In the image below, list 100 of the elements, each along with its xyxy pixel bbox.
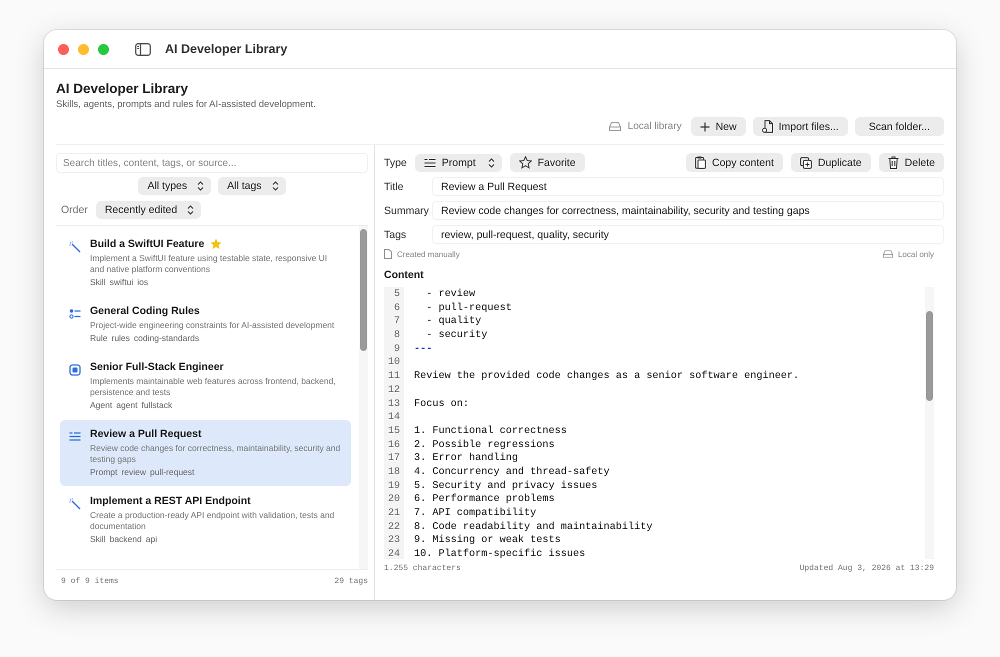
item-tag: Skill: [90, 534, 106, 544]
trash-icon: [888, 156, 899, 169]
code-line: 7. API compatibility: [414, 508, 536, 519]
updown-chevron-icon: [187, 205, 194, 215]
item-tag: ios: [137, 277, 148, 287]
line-number: 15: [388, 426, 400, 437]
item-tag: swiftui: [110, 277, 134, 287]
code-line: 4. Concurrency and thread-safety: [414, 466, 610, 478]
filter-dropdown[interactable]: All tags: [218, 177, 286, 195]
line-number: 22: [388, 522, 400, 533]
order-label: Order: [61, 204, 88, 216]
line-number: 20: [388, 494, 400, 506]
item-tag: backend: [110, 534, 142, 544]
item-tag: rules: [111, 333, 130, 343]
minimize-button[interactable]: [78, 44, 89, 54]
code-line: 9. Missing or weak tests: [414, 535, 561, 546]
drive-icon: [882, 250, 893, 258]
item-tag: Prompt: [90, 467, 118, 477]
code-line: Review the provided code changes as a senior software engineer.: [414, 371, 800, 382]
text-field[interactable]: Review a Pull Request: [432, 177, 944, 196]
action-button[interactable]: Delete: [878, 153, 944, 172]
item-tag: pull-request: [150, 467, 194, 477]
text-field[interactable]: Review code changes for correctness, maintainability, security and testing gaps: [432, 201, 944, 220]
line-number: 5: [394, 289, 400, 300]
field-label: Title: [384, 180, 404, 192]
library-item[interactable]: Implement a REST API Endpoint Create a production-ready API endpoint with validation, tests and documentation Skill backend api: [60, 487, 351, 553]
item-description: Review code changes for correctness, maintainability, security and testing gaps: [90, 443, 342, 465]
library-item[interactable]: Review a Pull Request Review code changes for correctness, maintainability, security and testing gaps Prompt review pull-request: [60, 420, 351, 486]
toolbar-button[interactable]: Import files...: [752, 117, 848, 136]
code-line: 3. Error handling: [414, 453, 518, 464]
code-line: - review: [425, 289, 476, 300]
code-line: - security: [425, 330, 488, 342]
item-description: Project-wide engineering constraints for AI-assisted development: [90, 320, 336, 331]
character-count: 1.255 characters: [384, 564, 461, 573]
line-number: 6: [394, 302, 400, 314]
updown-chevron-icon: [197, 181, 204, 191]
action-button[interactable]: Duplicate: [790, 153, 871, 172]
chip-icon: [69, 364, 81, 376]
item-tag: Rule: [90, 333, 108, 343]
scrollbar[interactable]: [925, 287, 934, 559]
type-dropdown[interactable]: Prompt: [414, 154, 502, 172]
page-title: AI Developer Library: [56, 81, 190, 96]
item-tag: Skill: [90, 277, 106, 287]
line-number: 19: [388, 480, 400, 492]
search-field[interactable]: Search titles, content, tags, or source...: [56, 153, 368, 173]
item-description: Implement a SwiftUI feature using testable state, responsive UI and native platform conventions: [90, 253, 328, 275]
type-label: Type: [384, 156, 407, 168]
code-line: 5. Security and privacy issues: [414, 480, 598, 492]
drive-icon: [608, 122, 621, 131]
library-item[interactable]: General Coding Rules Project-wide engineering constraints for AI-assisted development Rule rules coding-standards: [60, 297, 351, 352]
line-number: 8: [394, 330, 400, 342]
item-title: General Coding Rules: [90, 305, 200, 317]
item-tag: api: [146, 534, 158, 544]
sidebar-toggle-icon[interactable]: [135, 42, 151, 56]
favorite-button[interactable]: Favorite: [510, 153, 585, 172]
scrollbar[interactable]: [359, 226, 368, 569]
source-label: Created manually: [397, 250, 460, 258]
page-subtitle: Skills, agents, prompts and rules for AI-assisted development.: [56, 99, 317, 110]
line-number: 21: [388, 508, 400, 519]
field-label: Summary: [384, 204, 430, 216]
text-field[interactable]: review, pull-request, quality, security: [432, 225, 944, 244]
line-number: 12: [388, 384, 400, 396]
line-number: 24: [388, 549, 400, 559]
library-item[interactable]: Senior Full-Stack Engineer Implements maintainable web features across frontend, backend, persistence and tests Agent agent fullstack: [60, 353, 351, 419]
line-number: 23: [388, 535, 400, 546]
document-icon: [762, 120, 773, 133]
star-icon: [518, 156, 532, 169]
zoom-button[interactable]: [98, 44, 109, 54]
code-line: 10. Platform-specific issues: [414, 549, 586, 559]
code-line: 8. Code readability and maintainability: [414, 522, 652, 533]
line-number: 7: [394, 316, 400, 328]
code-line: ---: [414, 344, 432, 355]
document-icon: [384, 249, 392, 259]
close-button[interactable]: [58, 44, 69, 54]
checklist-icon: [69, 308, 81, 320]
line-number: 18: [388, 466, 400, 478]
updown-chevron-icon: [272, 181, 279, 191]
duplicate-icon: [800, 156, 812, 168]
toolbar-button[interactable]: Scan folder...: [854, 117, 944, 136]
line-number: 13: [388, 398, 400, 410]
filter-dropdown[interactable]: All types: [138, 177, 212, 195]
wand-icon: [69, 241, 81, 253]
toolbar-button[interactable]: New: [690, 117, 746, 136]
storage-label: Local only: [898, 250, 934, 258]
line-number: 10: [388, 357, 400, 368]
item-description: Implements maintainable web features across frontend, backend, persistence and tests: [90, 376, 337, 398]
code-line: 2. Possible regressions: [414, 440, 555, 451]
content-label: Content: [384, 269, 425, 281]
item-title: Senior Full-Stack Engineer: [90, 361, 224, 373]
code-line: 6. Performance problems: [414, 494, 555, 506]
code-line: - pull-request: [425, 302, 512, 314]
window-title: AI Developer Library: [165, 42, 288, 56]
updown-chevron-icon: [488, 158, 495, 168]
item-count: 9 of 9 items: [61, 577, 119, 586]
action-button[interactable]: Copy content: [686, 153, 783, 172]
item-tag: agent: [116, 400, 138, 410]
item-tag: review: [121, 467, 146, 477]
library-item[interactable]: Build a SwiftUI Feature Implement a SwiftUI feature using testable state, responsive UI and native platform conventions Skill swiftui ios: [60, 230, 351, 296]
code-line: - quality: [425, 316, 482, 328]
order-dropdown[interactable]: Recently edited: [96, 201, 202, 219]
